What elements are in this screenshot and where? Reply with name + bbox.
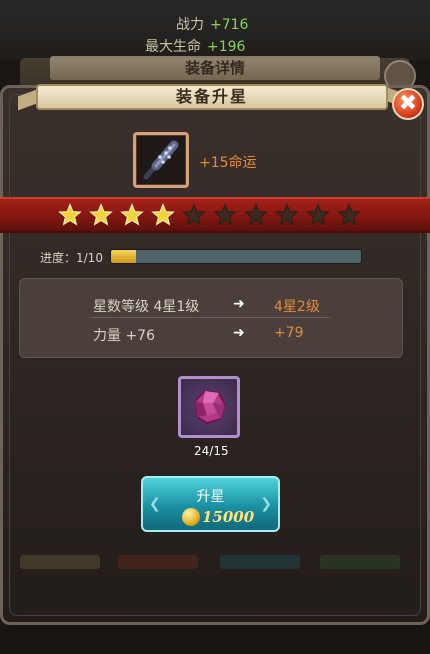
power-label: 战力 [176, 17, 204, 33]
stat-new: +79 [274, 325, 304, 341]
background-tab-1 [20, 555, 100, 569]
item-bonus-text: +15命运 [199, 155, 257, 171]
progress-fill [111, 250, 136, 263]
arrow-right-icon: ➜ [233, 296, 245, 312]
material-slot[interactable] [178, 376, 240, 438]
star-filled-icon [58, 203, 82, 226]
close-icon: ✖ [398, 91, 418, 116]
close-button[interactable]: ✖ [392, 88, 424, 120]
bottom-area [0, 625, 430, 654]
star-empty-icon [213, 203, 237, 226]
upgrade-star-button[interactable]: ❮ ❯ 升星 15000 [141, 476, 280, 532]
item-slot[interactable] [133, 132, 189, 188]
hp-label: 最大生命 [145, 39, 201, 55]
star-empty-icon [306, 203, 330, 226]
spiked-mace-icon [143, 140, 179, 180]
progress-bar [110, 249, 362, 264]
hp-value: +196 [207, 39, 246, 55]
background-tab-3 [220, 555, 300, 569]
star-filled-icon [89, 203, 113, 226]
power-stat: 战力 +716 [176, 14, 248, 34]
row-divider [90, 317, 330, 318]
power-value: +716 [210, 17, 249, 33]
upgrade-label: 升星 [196, 489, 225, 505]
stat-new: 4星2级 [274, 299, 320, 315]
stat-current: 星数等级 4星1级 [93, 299, 200, 315]
progress-label: 进度：1/10 [40, 251, 103, 265]
star-rating [58, 203, 361, 227]
stat-current: 力量 +76 [93, 328, 155, 344]
hp-stat: 最大生命 +196 [145, 36, 245, 56]
gold-coin-icon [182, 508, 200, 526]
star-filled-icon [151, 203, 175, 226]
star-empty-icon [244, 203, 268, 226]
dialog-title: 装备升星 [36, 84, 388, 110]
star-empty-icon [182, 203, 206, 226]
material-count: 24/15 [194, 444, 229, 458]
arrow-right-icon: ➜ [233, 325, 245, 341]
star-empty-icon [337, 203, 361, 226]
upgrade-cost: 15000 [202, 508, 255, 526]
stats-comparison-box [19, 278, 403, 358]
background-tab-4 [320, 555, 400, 569]
background-tab-2 [118, 555, 198, 569]
star-empty-icon [275, 203, 299, 226]
background-dialog-title: 装备详情 [50, 56, 380, 80]
purple-gem-icon [193, 389, 227, 425]
star-filled-icon [120, 203, 144, 226]
